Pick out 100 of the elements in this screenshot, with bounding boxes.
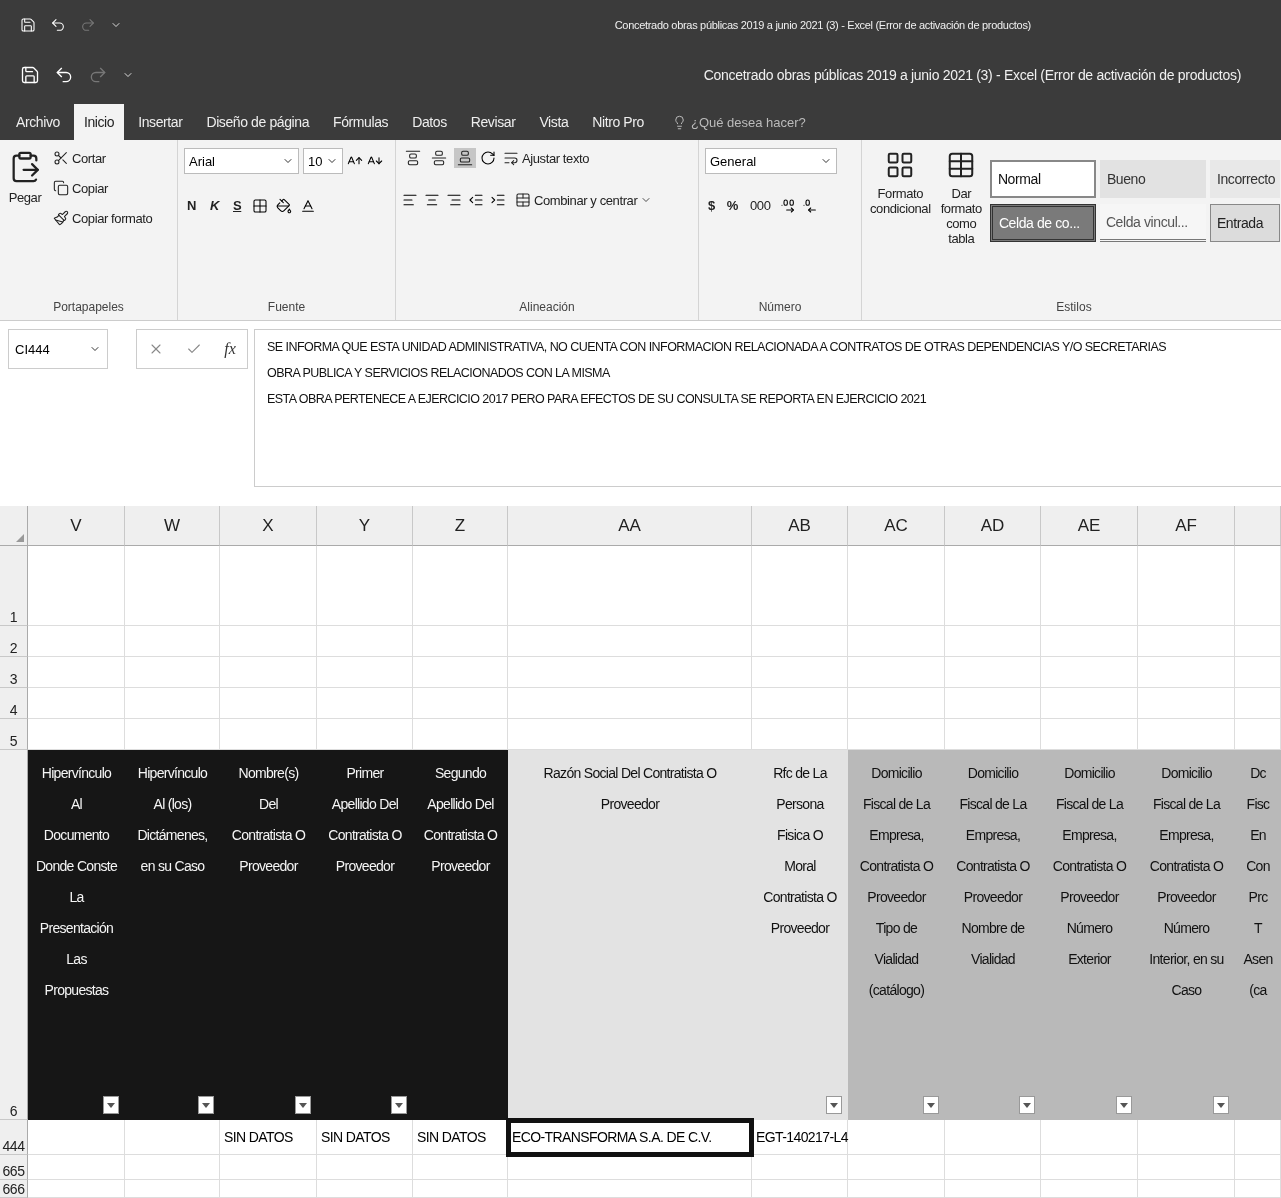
column-header[interactable]: AF — [1138, 506, 1235, 546]
filter-button[interactable] — [1019, 1096, 1035, 1114]
row-header[interactable]: 665 — [0, 1155, 28, 1180]
font-color-icon — [300, 197, 317, 214]
tell-me-field[interactable]: ¿Qué desea hacer? — [690, 114, 806, 130]
window-title: Concetrado obras públicas 2019 a junio 2021 (3) - Excel (Error de activación de productos) — [614, 19, 1032, 31]
cell-style[interactable]: Bueno — [1099, 160, 1206, 198]
column-header[interactable]: AA — [508, 506, 752, 546]
merge-center-button[interactable]: Combinar y centrar — [512, 190, 656, 210]
ribbon-tab[interactable]: Inicio — [73, 104, 125, 140]
column-header[interactable]: Y — [317, 506, 413, 546]
row-header[interactable]: 4 — [0, 688, 28, 719]
font-name-field[interactable]: Arial — [184, 148, 299, 174]
currency-button[interactable]: $ — [705, 196, 718, 215]
indent-increase-icon — [490, 192, 506, 208]
column-title: Hipervínculo Al Documento Donde Conste La Presentación Las Propuestas — [35, 764, 118, 1000]
filter-button[interactable] — [391, 1096, 407, 1114]
column-header[interactable]: AD — [945, 506, 1041, 546]
insert-function-button[interactable]: fx — [224, 340, 236, 358]
formula-text: OBRA PUBLICA Y SERVICIOS RELACIONADOS CON LA MISMA — [267, 366, 611, 380]
align-center-icon — [424, 192, 440, 208]
column-header[interactable]: AE — [1041, 506, 1138, 546]
cell-style[interactable]: Incorrecto — [1209, 160, 1280, 198]
group-label: Número — [757, 299, 803, 316]
name-box[interactable]: CI444 — [8, 329, 108, 369]
cell-style[interactable]: Celda de co... — [989, 204, 1096, 242]
selected-cell[interactable]: ECO-TRANSFORMA S.A. DE C.V. — [508, 1120, 752, 1155]
column-title: Domicilio Fiscal de La Empresa, Contratista O Proveedor Nombre de Vialidad — [956, 764, 1030, 969]
filter-button[interactable] — [826, 1096, 842, 1114]
cell-style[interactable]: Normal — [989, 160, 1096, 198]
table-cell: SIN DATOS — [413, 1120, 508, 1155]
align-left-icon — [402, 192, 418, 208]
save-icon — [20, 65, 40, 85]
column-header[interactable]: AB — [752, 506, 848, 546]
column-title: Segundo Apellido Del Contratista O Proveedor — [423, 764, 498, 876]
borders-icon — [252, 197, 269, 214]
row-header[interactable]: 3 — [0, 657, 28, 688]
fill-color-icon — [276, 197, 293, 214]
table-cell — [1235, 657, 1281, 688]
format-as-table-button[interactable]: Dar formato como tabla — [938, 148, 984, 294]
ribbon-tab[interactable]: Fórmulas — [323, 104, 399, 140]
formula-field[interactable] — [254, 329, 1281, 487]
font-size-field[interactable]: 10 — [303, 148, 343, 174]
paste-button[interactable]: Pegar — [6, 148, 44, 294]
number-format-field[interactable]: General — [705, 148, 837, 174]
group-label: Alineación — [518, 299, 576, 316]
align-right-icon — [446, 192, 462, 208]
ribbon-tab[interactable]: Datos — [402, 104, 457, 140]
column-header[interactable]: AC — [848, 506, 945, 546]
bold-button[interactable]: N — [184, 196, 199, 215]
thousands-button[interactable]: 000 — [747, 196, 774, 215]
cell-style[interactable]: Entrada — [1209, 204, 1280, 242]
row-header[interactable]: 666 — [0, 1180, 28, 1198]
filter-button[interactable] — [1116, 1096, 1132, 1114]
italic-button[interactable]: K — [207, 196, 222, 215]
ribbon-tab[interactable]: Diseño de página — [196, 104, 320, 140]
ribbon-tab[interactable]: Vista — [529, 104, 579, 140]
filter-button[interactable] — [295, 1096, 311, 1114]
paintbrush-icon — [53, 210, 69, 226]
conditional-format-button[interactable]: Formato condicional — [868, 148, 933, 294]
ribbon-tab[interactable]: Insertar — [128, 104, 193, 140]
row-header[interactable]: 1 — [0, 546, 28, 626]
wrap-text-button[interactable]: Ajustar texto — [500, 148, 593, 168]
formula-text: SE INFORMA QUE ESTA UNIDAD ADMINISTRATIVA, NO CUENTA CON INFORMACION RELACIONADA A CONTRATOS DE OTRAS DEPENDENCIAS Y/O SECRETARIAS — [267, 340, 1168, 354]
column-title: Domicilio Fiscal de La Empresa, Contratista O Proveedor Número Exterior — [1052, 764, 1127, 969]
decrease-decimal-icon — [801, 197, 818, 214]
ribbon-tab[interactable]: Archivo — [6, 104, 70, 140]
underline-button[interactable]: S — [230, 196, 245, 215]
undo-icon — [50, 17, 66, 33]
filter-button[interactable] — [103, 1096, 119, 1114]
ribbon-tab[interactable]: Revisar — [460, 104, 526, 140]
column-header[interactable]: X — [220, 506, 317, 546]
column-title: Razón Social Del Contratista O Proveedor — [543, 764, 717, 814]
vertical-align-button[interactable] — [454, 148, 476, 168]
redo-icon — [80, 17, 96, 33]
column-header[interactable]: V — [28, 506, 125, 546]
cut-button[interactable]: Cortar — [50, 148, 156, 168]
table-cell: SIN DATOS — [220, 1120, 317, 1155]
column-title: Domicilio Fiscal de La Empresa, Contratista O Proveedor Tipo de Vialidad (catálogo) — [859, 764, 934, 1000]
group-label: Estilos — [1055, 299, 1093, 316]
scissors-icon — [53, 150, 69, 166]
row-header[interactable]: 2 — [0, 626, 28, 657]
row-header[interactable]: 5 — [0, 719, 28, 750]
row-header[interactable]: 6 — [0, 750, 28, 1120]
copy-button[interactable]: Copiar — [50, 178, 156, 198]
column-header[interactable]: W — [125, 506, 220, 546]
filter-button[interactable] — [198, 1096, 214, 1114]
filter-button[interactable] — [1213, 1096, 1229, 1114]
row-header[interactable]: 444 — [0, 1120, 28, 1155]
ribbon-tab[interactable]: Nitro Pro — [582, 104, 654, 140]
table-cell — [1235, 626, 1281, 657]
save-icon — [20, 17, 36, 33]
column-title: Domicilio Fiscal de La Empresa, Contratista O Proveedor Número Interior, en su Caso — [1149, 764, 1224, 1000]
filter-button[interactable] — [923, 1096, 939, 1114]
percent-button[interactable]: % — [723, 196, 741, 215]
column-header[interactable]: Z — [413, 506, 508, 546]
window-title: Concetrado obras públicas 2019 a junio 2021 (3) - Excel (Error de activación de productos) — [703, 67, 1242, 83]
orientation-icon — [480, 150, 496, 166]
column-title: Hipervínculo Al (los) Dictámenes, en su Caso — [137, 764, 208, 876]
format-painter-button[interactable]: Copiar formato — [50, 208, 156, 228]
